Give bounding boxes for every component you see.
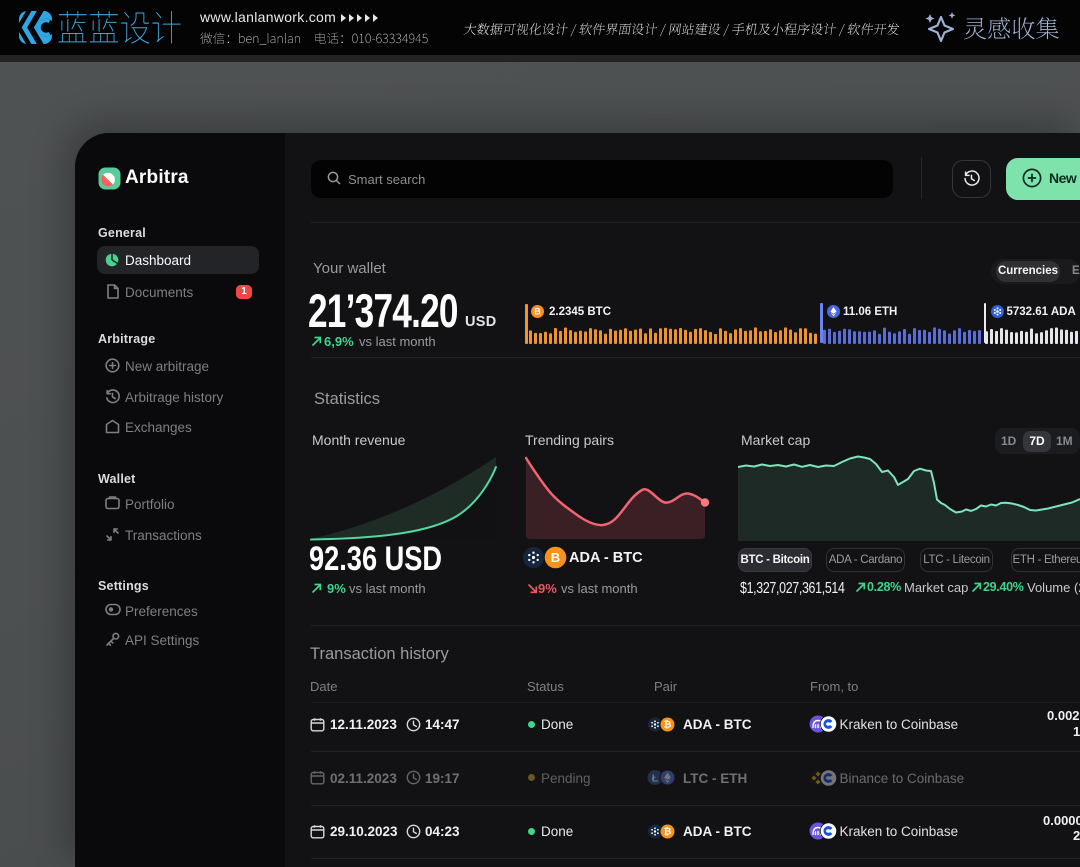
svg-text:B: B <box>534 307 541 317</box>
svg-text:₿: ₿ <box>664 826 672 837</box>
svg-text:Ł: Ł <box>652 773 659 785</box>
svg-text:B: B <box>551 550 560 565</box>
svg-text:₿: ₿ <box>664 719 672 730</box>
